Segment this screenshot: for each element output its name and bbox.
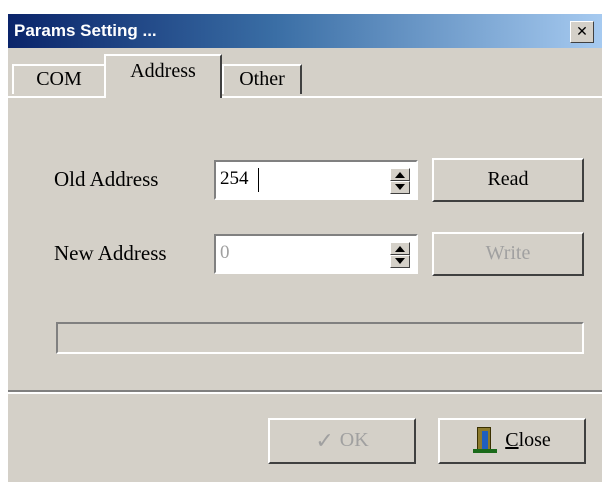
close-button-label: lose: [518, 429, 551, 451]
ok-button-label: OK: [339, 429, 369, 451]
write-button[interactable]: Write: [432, 232, 584, 276]
tab-label: COM: [36, 68, 82, 90]
tab-label: Other: [239, 68, 285, 90]
spin-down-icon[interactable]: [390, 181, 410, 194]
text-caret: [258, 168, 259, 192]
write-button-label: Write: [485, 242, 531, 264]
old-address-spin-arrows[interactable]: [390, 168, 410, 194]
new-address-spin-arrows[interactable]: [390, 242, 410, 268]
tab-other[interactable]: Other: [222, 64, 302, 94]
close-button-mnemonic: C: [505, 429, 519, 451]
params-setting-dialog: Params Setting ... ✕ COM Address Other O…: [8, 14, 602, 482]
new-address-spinbox[interactable]: 0: [214, 234, 418, 274]
old-address-value[interactable]: 254: [220, 168, 249, 190]
close-icon: ✕: [576, 24, 588, 40]
tab-address[interactable]: Address: [104, 54, 222, 98]
title-bar[interactable]: Params Setting ... ✕: [8, 14, 602, 48]
new-address-label: New Address: [54, 241, 167, 265]
window-title: Params Setting ...: [14, 21, 157, 40]
tab-com[interactable]: COM: [12, 64, 106, 94]
close-button[interactable]: Close: [438, 418, 586, 464]
spin-up-icon[interactable]: [390, 242, 410, 255]
progress-bar: [56, 322, 584, 354]
old-address-spinbox[interactable]: 254: [214, 160, 418, 200]
exit-door-icon: [473, 423, 498, 453]
read-button-label: Read: [487, 168, 529, 190]
tab-label: Address: [130, 60, 196, 82]
window-close-button[interactable]: ✕: [570, 21, 594, 43]
checkmark-icon: ✓: [315, 429, 334, 454]
read-button[interactable]: Read: [432, 158, 584, 202]
spin-up-icon[interactable]: [390, 168, 410, 181]
new-address-value[interactable]: 0: [220, 242, 230, 264]
spin-down-icon[interactable]: [390, 255, 410, 268]
old-address-label: Old Address: [54, 167, 159, 191]
separator: [8, 392, 602, 394]
ok-button[interactable]: ✓ OK: [268, 418, 416, 464]
